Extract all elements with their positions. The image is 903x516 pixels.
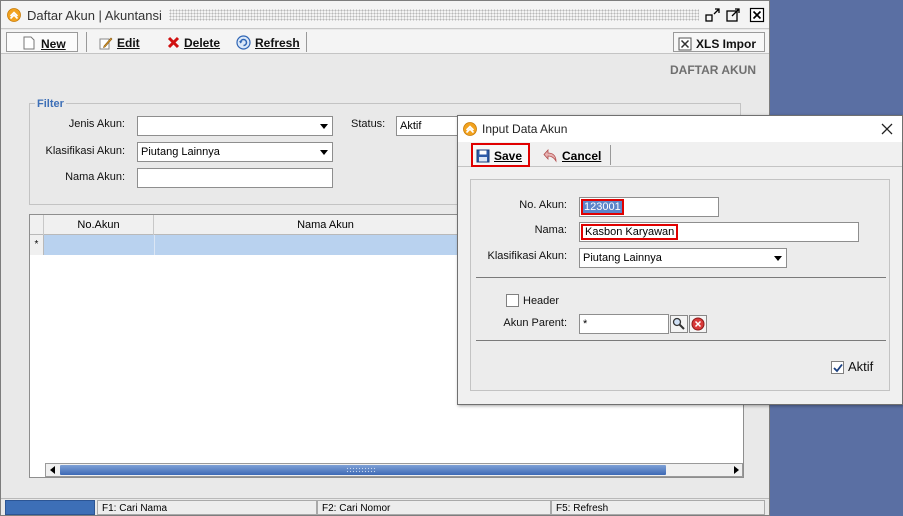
restore-icon[interactable] [705,7,721,23]
refresh-button[interactable]: Refresh [236,32,300,52]
cell-divider [154,235,155,255]
horizontal-scrollbar[interactable] [45,463,743,477]
no-akun-input[interactable]: 123001 [579,197,719,217]
dialog-toolbar: Save Cancel [458,142,902,167]
aktif-label: Aktif [848,359,874,374]
delete-x-icon [167,37,180,49]
status-f5: F5: Refresh [551,500,765,515]
header-label: Header [523,295,560,307]
dialog-form: No. Akun: 123001 Nama: Kasbon Karyawan K… [470,179,890,391]
xls-import-button[interactable]: XLS Impor [673,32,765,52]
chevron-down-icon [320,124,328,129]
edit-pencil-icon [99,37,113,50]
status-label: Status: [351,118,386,130]
floppy-disk-icon [476,149,490,163]
input-data-akun-dialog: Input Data Akun Save Cancel No. Akun: 12… [457,115,903,405]
klasifikasi-akun-label: Klasifikasi Akun: [45,145,125,157]
status-select[interactable]: Aktif [396,116,466,136]
nama-label: Nama: [534,224,567,236]
delete-button[interactable]: Delete [167,32,220,52]
toolbar-separator [306,32,307,52]
new-document-icon [23,36,35,50]
undo-arrow-icon [543,148,557,163]
klasifikasi-akun-label: Klasifikasi Akun: [487,250,567,262]
filter-legend: Filter [35,98,66,110]
grid-corner [30,215,44,235]
xls-icon [678,37,692,51]
status-indicator [5,500,95,515]
refresh-icon [236,35,251,50]
edit-button[interactable]: Edit [99,32,140,52]
toolbar: New Edit Delete Refresh XLS Impor [1,30,769,54]
nama-input[interactable]: Kasbon Karyawan [579,222,859,242]
jenis-akun-select[interactable] [137,116,333,136]
window-title: Daftar Akun | Akuntansi [27,8,162,23]
chevron-down-icon [320,150,328,155]
close-icon[interactable] [880,122,894,136]
status-bar: F1: Cari Nama F2: Cari Nomor F5: Refresh [1,498,769,515]
no-akun-label: No. Akun: [519,199,567,211]
status-f2: F2: Cari Nomor [317,500,551,515]
scroll-right-icon[interactable] [730,465,742,475]
nama-akun-input[interactable] [137,168,333,188]
column-header-no-akun[interactable]: No.Akun [44,215,154,235]
new-row-indicator: * [30,235,44,255]
status-f1: F1: Cari Nama [97,500,317,515]
header-checkbox[interactable] [506,294,519,307]
clear-red-icon[interactable] [689,315,707,333]
maximize-icon[interactable] [725,7,741,23]
title-bar: Daftar Akun | Akuntansi [1,1,769,29]
cancel-button[interactable]: Cancel [543,144,601,166]
toolbar-separator [86,32,87,52]
app-logo-icon [7,8,21,22]
akun-parent-label: Akun Parent: [503,317,567,329]
app-logo-icon [463,122,477,136]
nama-value: Kasbon Karyawan [580,224,679,240]
scroll-left-icon[interactable] [47,465,59,475]
divider [476,277,886,278]
checkmark-icon [833,363,843,373]
jenis-akun-label: Jenis Akun: [68,118,125,130]
akun-parent-input[interactable]: * [579,314,669,334]
klasifikasi-akun-select[interactable]: Piutang Lainnya [137,142,333,162]
title-bar-grip [169,9,699,21]
klasifikasi-akun-select[interactable]: Piutang Lainnya [579,248,787,268]
aktif-checkbox[interactable] [831,361,844,374]
scrollbar-thumb[interactable] [60,465,666,475]
nama-akun-label: Nama Akun: [65,171,125,183]
scrollbar-grip [346,467,376,473]
chevron-down-icon [774,256,782,261]
dialog-title: Input Data Akun [482,122,568,136]
toolbar-separator [610,145,611,165]
section-title: DAFTAR AKUN [670,63,756,77]
magnifier-icon[interactable] [670,315,688,333]
dialog-title-bar: Input Data Akun [458,116,902,142]
column-header-nama-akun[interactable]: Nama Akun [154,215,498,235]
close-icon[interactable] [749,7,765,23]
no-akun-value: 123001 [581,199,624,215]
save-button[interactable]: Save [471,143,530,167]
new-button[interactable]: New [6,32,78,52]
divider [476,340,886,341]
